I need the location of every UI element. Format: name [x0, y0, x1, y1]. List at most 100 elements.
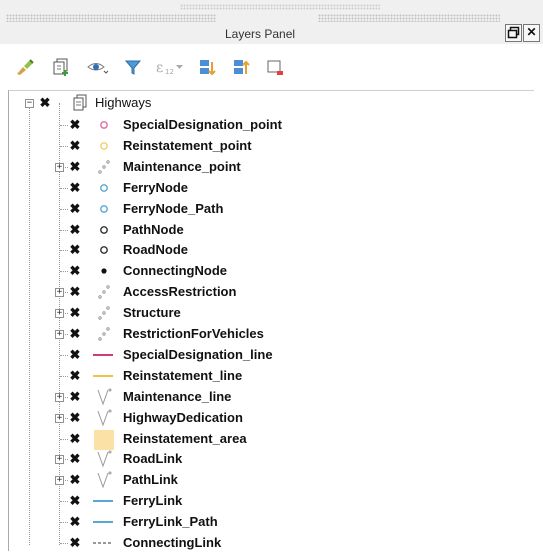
- layer-checkbox[interactable]: ✖: [69, 473, 81, 486]
- expand-layer-icon[interactable]: +: [55, 309, 64, 319]
- layer-row[interactable]: ✖ FerryNode: [9, 178, 529, 198]
- layer-row[interactable]: + ✖ RestrictionForVehicles: [9, 324, 529, 344]
- layer-label: RoadNode: [123, 242, 188, 258]
- layer-checkbox[interactable]: ✖: [69, 432, 81, 445]
- layer-symbol-icon: [95, 324, 113, 344]
- layer-row[interactable]: ✖ ConnectingNode: [9, 261, 529, 281]
- layer-row[interactable]: + ✖ AccessRestriction: [9, 282, 529, 302]
- layer-tree: − ✖ Highways ✖ SpecialDesignation_point ✖ R…: [8, 90, 534, 551]
- layer-row[interactable]: ✖ PathNode: [9, 220, 529, 240]
- tree-connector: [60, 501, 68, 503]
- layer-row[interactable]: + ✖ Maintenance_line: [9, 387, 529, 407]
- collapse-group-icon[interactable]: −: [25, 99, 34, 108]
- layer-symbol-icon: [95, 261, 113, 281]
- tree-connector: [60, 354, 68, 356]
- layer-row[interactable]: ✖ FerryLink: [9, 491, 529, 511]
- layer-checkbox[interactable]: ✖: [69, 118, 81, 131]
- layer-checkbox[interactable]: ✖: [69, 494, 81, 507]
- layer-symbol-icon: [92, 533, 113, 553]
- layer-label: Maintenance_point: [123, 158, 241, 174]
- remove-layer-icon[interactable]: [264, 56, 286, 78]
- layer-checkbox[interactable]: ✖: [69, 160, 81, 173]
- layer-checkbox[interactable]: ✖: [69, 411, 81, 424]
- layer-label: ConnectingNode: [123, 263, 227, 279]
- layer-symbol-icon: [92, 366, 113, 386]
- collapse-all-icon[interactable]: [230, 56, 252, 78]
- layer-row[interactable]: + ✖ Structure: [9, 303, 529, 323]
- layer-checkbox[interactable]: ✖: [69, 202, 81, 215]
- layer-checkbox[interactable]: ✖: [69, 285, 81, 298]
- layer-checkbox[interactable]: ✖: [69, 306, 81, 319]
- layer-checkbox[interactable]: ✖: [69, 390, 81, 403]
- layer-symbol-icon: [95, 282, 113, 302]
- layer-checkbox[interactable]: ✖: [69, 327, 81, 340]
- panel-titlebar[interactable]: Layers Panel ✕: [0, 0, 543, 44]
- layer-row[interactable]: ✖ Reinstatement_line: [9, 366, 529, 386]
- layer-group-highways[interactable]: − ✖ Highways: [9, 93, 529, 113]
- layer-row[interactable]: + ✖ PathLink: [9, 470, 529, 490]
- filter-expression-icon[interactable]: ε 12: [154, 56, 184, 78]
- layer-label: SpecialDesignation_line: [123, 346, 273, 362]
- layer-checkbox[interactable]: ✖: [69, 139, 81, 152]
- layer-row[interactable]: ✖ FerryNode_Path: [9, 199, 529, 219]
- tree-connector: [60, 208, 68, 210]
- float-window-icon[interactable]: [505, 24, 522, 42]
- layer-row[interactable]: + ✖ RoadLink: [9, 449, 529, 469]
- layer-row[interactable]: + ✖ HighwayDedication: [9, 408, 529, 428]
- expand-layer-icon[interactable]: +: [55, 330, 64, 339]
- layer-group-icon: [71, 93, 89, 113]
- expand-layer-icon[interactable]: +: [55, 392, 64, 402]
- layer-row[interactable]: ✖ SpecialDesignation_line: [9, 345, 529, 365]
- expand-layer-icon[interactable]: +: [55, 162, 64, 172]
- layer-row[interactable]: ✖ Reinstatement_point: [9, 136, 529, 156]
- layer-checkbox[interactable]: ✖: [69, 515, 81, 528]
- layer-label: Maintenance_line: [123, 388, 232, 404]
- layer-checkbox[interactable]: ✖: [69, 223, 81, 236]
- layer-checkbox[interactable]: ✖: [69, 369, 81, 382]
- layer-checkbox[interactable]: ✖: [69, 243, 81, 256]
- layer-symbol-icon: [95, 449, 113, 469]
- panel-toolbar: ε 12: [0, 50, 543, 84]
- layer-row[interactable]: ✖ RoadNode: [9, 240, 529, 260]
- layer-checkbox[interactable]: ✖: [69, 452, 81, 465]
- panel-title: Layers Panel: [225, 27, 296, 41]
- titlebar-grip-left: [6, 14, 216, 22]
- layer-row[interactable]: ✖ ConnectingLink: [9, 533, 529, 553]
- tree-connector: [60, 145, 68, 147]
- filter-legend-icon[interactable]: [122, 56, 144, 78]
- style-manager-icon[interactable]: [14, 56, 36, 78]
- titlebar-grip-right: [318, 14, 500, 22]
- tree-connector: [60, 250, 68, 252]
- layer-label: RestrictionForVehicles: [123, 326, 264, 341]
- expand-layer-icon[interactable]: +: [55, 288, 64, 298]
- layer-label: Reinstatement_line: [123, 367, 243, 383]
- layer-row[interactable]: ✖ Reinstatement_area: [9, 429, 529, 450]
- layer-row[interactable]: ✖ FerryLink_Path: [9, 512, 529, 532]
- layer-row[interactable]: + ✖ Maintenance_point: [9, 157, 529, 177]
- layer-group-label: Highways: [95, 95, 152, 110]
- layer-checkbox[interactable]: ✖: [69, 536, 81, 549]
- layer-row[interactable]: ✖ SpecialDesignation_point: [9, 115, 529, 135]
- expand-all-icon[interactable]: [196, 56, 218, 78]
- layer-label: Reinstatement_point: [123, 137, 252, 153]
- layer-label: AccessRestriction: [123, 284, 237, 300]
- expand-layer-icon[interactable]: +: [55, 476, 64, 486]
- layers-panel: Layers Panel ✕ ε 12 − ✖ Highways ✖ Speci…: [0, 0, 543, 551]
- layer-symbol-icon: [95, 199, 113, 219]
- layer-checkbox[interactable]: ✖: [69, 348, 81, 361]
- layer-label: RoadLink: [123, 451, 183, 467]
- expand-layer-icon[interactable]: +: [55, 455, 64, 465]
- svg-text:ε: ε: [156, 60, 163, 76]
- group-checkbox[interactable]: ✖: [39, 96, 51, 109]
- layer-label: Reinstatement_area: [123, 430, 247, 446]
- layer-symbol-icon: [95, 408, 113, 428]
- layer-symbol-icon: [95, 220, 113, 240]
- layer-checkbox[interactable]: ✖: [69, 181, 81, 194]
- visibility-eye-icon[interactable]: [86, 56, 109, 78]
- close-icon[interactable]: ✕: [523, 24, 540, 42]
- tree-connector: [60, 522, 68, 524]
- tree-connector: [60, 125, 68, 126]
- expand-layer-icon[interactable]: +: [55, 413, 64, 423]
- add-group-icon[interactable]: [50, 56, 72, 78]
- layer-checkbox[interactable]: ✖: [69, 264, 81, 277]
